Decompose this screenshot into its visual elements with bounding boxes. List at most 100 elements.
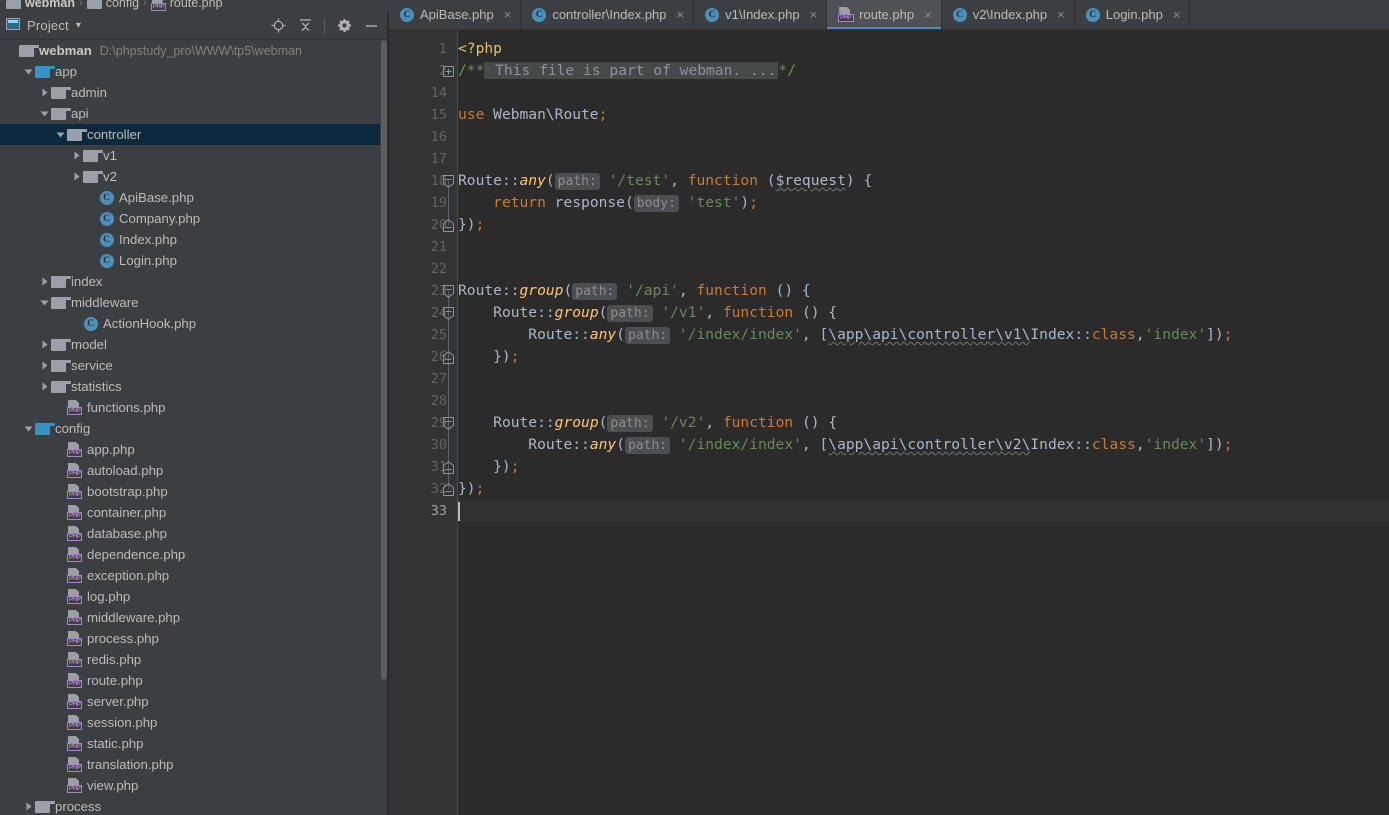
line-number[interactable]: 14	[389, 82, 457, 104]
fold-end-icon[interactable]	[443, 478, 454, 500]
tree-folder-row[interactable]: webman D:\phpstudy_pro\WWW\tp5\webman	[0, 40, 380, 61]
tree-folder-row[interactable]: model	[0, 334, 380, 355]
code-line[interactable]: Route::group(path: '/v2', function () {	[458, 412, 837, 434]
close-icon[interactable]: ×	[924, 7, 932, 22]
line-number[interactable]: 21	[389, 236, 457, 258]
gear-icon[interactable]	[336, 18, 352, 34]
tree-file-row[interactable]: C Login.php	[0, 250, 380, 271]
code-editor[interactable]: 1 2 14 15 16 17 18 19 20 21 22 23 24 25 26 27 28 29 30 31 32…	[389, 30, 1389, 815]
chevron-right-icon[interactable]	[38, 381, 50, 393]
tree-file-row[interactable]: C ApiBase.php	[0, 187, 380, 208]
tree-folder-row[interactable]: statistics	[0, 376, 380, 397]
line-number[interactable]: 15	[389, 104, 457, 126]
code-content[interactable]: <?php /** This file is part of webman. ..…	[458, 30, 1389, 815]
chevron-right-icon[interactable]	[22, 801, 34, 813]
editor-tab-ApiBase-php[interactable]: C ApiBase.php ×	[389, 0, 522, 29]
code-line[interactable]: });	[458, 214, 484, 236]
tree-folder-row[interactable]: middleware	[0, 292, 380, 313]
chevron-down-icon[interactable]: ▾	[76, 20, 81, 31]
tree-file-row[interactable]: PHP redis.php	[0, 649, 380, 670]
fold-collapse-icon[interactable]	[443, 170, 454, 192]
collapse-all-icon[interactable]	[297, 18, 313, 34]
editor-tab-bar[interactable]: C ApiBase.php × Ccontroller\Index.php × Cv1\I…	[389, 0, 1389, 30]
tree-folder-row[interactable]: app	[0, 61, 380, 82]
line-number[interactable]: 25	[389, 324, 457, 346]
fold-end-icon[interactable]	[443, 456, 454, 478]
fold-expand-icon[interactable]	[443, 60, 454, 82]
line-number[interactable]: 17	[389, 148, 457, 170]
chevron-right-icon[interactable]	[38, 339, 50, 351]
project-panel-title[interactable]: Project ▾	[6, 18, 81, 33]
breadcrumb-item-config[interactable]: config	[86, 0, 139, 10]
tree-folder-row[interactable]: admin	[0, 82, 380, 103]
tree-file-row[interactable]: PHP middleware.php	[0, 607, 380, 628]
code-line[interactable]: <?php	[458, 38, 502, 60]
code-line[interactable]: Route::any(path: '/index/index', [\app\a…	[458, 324, 1233, 346]
editor-tab-Login-php[interactable]: C Login.php ×	[1075, 0, 1191, 29]
line-number[interactable]: 27	[389, 368, 457, 390]
editor-tab-controller-Index-php[interactable]: Ccontroller\Index.php ×	[521, 0, 695, 29]
tree-file-row[interactable]: PHP log.php	[0, 586, 380, 607]
breadcrumb-item-webman[interactable]: webman	[6, 0, 75, 10]
tree-file-row[interactable]: PHP route.php	[0, 670, 380, 691]
tree-folder-row[interactable]: v1	[0, 145, 380, 166]
code-line[interactable]: });	[458, 478, 484, 500]
code-line[interactable]: Route::any(path: '/test', function ($req…	[458, 170, 872, 192]
tree-folder-row[interactable]: service	[0, 355, 380, 376]
tree-file-row[interactable]: PHP translation.php	[0, 754, 380, 775]
tree-file-row[interactable]: PHP bootstrap.php	[0, 481, 380, 502]
editor-tab-route-php[interactable]: PHP route.php ×	[827, 0, 942, 29]
fold-end-icon[interactable]	[443, 214, 454, 236]
editor-gutter[interactable]: 1 2 14 15 16 17 18 19 20 21 22 23 24 25 26 27 28 29 30 31 32…	[389, 30, 457, 815]
code-line[interactable]: use Webman\Route;	[458, 104, 607, 126]
tree-file-row[interactable]: PHP autoload.php	[0, 460, 380, 481]
chevron-right-icon[interactable]	[38, 360, 50, 372]
chevron-down-icon[interactable]	[22, 66, 34, 78]
tree-folder-row[interactable]: v2	[0, 166, 380, 187]
tree-folder-row[interactable]: process	[0, 796, 380, 815]
close-icon[interactable]: ×	[1057, 7, 1065, 22]
tree-file-row[interactable]: PHP dependence.php	[0, 544, 380, 565]
fold-collapse-icon[interactable]	[443, 280, 454, 302]
line-number[interactable]: 33	[389, 500, 457, 522]
tree-file-row[interactable]: PHP server.php	[0, 691, 380, 712]
tree-folder-row[interactable]: config	[0, 418, 380, 439]
code-line[interactable]: Route::group(path: '/v1', function () {	[458, 302, 837, 324]
code-line[interactable]: Route::group(path: '/api', function () {	[458, 280, 811, 302]
tree-file-row[interactable]: PHP exception.php	[0, 565, 380, 586]
tree-file-row[interactable]: PHP app.php	[0, 439, 380, 460]
tree-file-row[interactable]: PHP database.php	[0, 523, 380, 544]
locate-icon[interactable]	[270, 18, 286, 34]
fold-collapse-icon[interactable]	[443, 412, 454, 434]
chevron-right-icon[interactable]	[70, 171, 82, 183]
tree-file-row[interactable]: PHP container.php	[0, 502, 380, 523]
breadcrumb-item-route-php[interactable]: PHP route.php	[150, 0, 223, 11]
code-line[interactable]: return response(body: 'test');	[458, 192, 758, 214]
tree-file-row[interactable]: C Company.php	[0, 208, 380, 229]
chevron-right-icon[interactable]	[70, 150, 82, 162]
code-line[interactable]: });	[458, 346, 519, 368]
editor-tab-v2-Index-php[interactable]: Cv2\Index.php ×	[942, 0, 1075, 29]
tree-file-row[interactable]: PHP functions.php	[0, 397, 380, 418]
tree-file-row[interactable]: C ActionHook.php	[0, 313, 380, 334]
tree-folder-row[interactable]: index	[0, 271, 380, 292]
chevron-down-icon[interactable]	[54, 129, 66, 141]
tree-file-row[interactable]: PHP process.php	[0, 628, 380, 649]
code-line[interactable]: Route::any(path: '/index/index', [\app\a…	[458, 434, 1233, 456]
code-line[interactable]: /** This file is part of webman. ... */	[458, 60, 796, 82]
chevron-right-icon[interactable]	[38, 276, 50, 288]
line-number[interactable]: 16	[389, 126, 457, 148]
line-number[interactable]: 19	[389, 192, 457, 214]
tree-file-row[interactable]: PHP session.php	[0, 712, 380, 733]
chevron-right-icon[interactable]	[38, 87, 50, 99]
tree-file-row[interactable]: C Index.php	[0, 229, 380, 250]
tree-folder-row[interactable]: api	[0, 103, 380, 124]
fold-collapse-icon[interactable]	[443, 302, 454, 324]
close-icon[interactable]: ×	[1173, 7, 1181, 22]
line-number[interactable]: 30	[389, 434, 457, 456]
project-tree[interactable]: webman D:\phpstudy_pro\WWW\tp5\webman app a…	[0, 40, 380, 815]
minimize-icon[interactable]	[363, 18, 379, 34]
code-line[interactable]: });	[458, 456, 519, 478]
tree-file-row[interactable]: PHP view.php	[0, 775, 380, 796]
chevron-down-icon[interactable]	[38, 108, 50, 120]
